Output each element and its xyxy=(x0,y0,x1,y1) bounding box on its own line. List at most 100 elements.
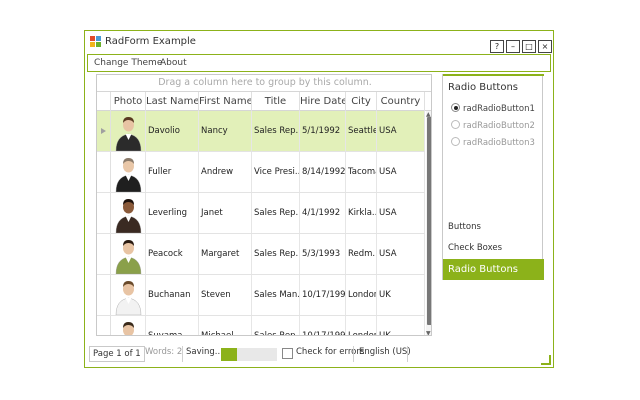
row-indicator[interactable] xyxy=(97,234,111,274)
cell-title[interactable]: Sales Man... xyxy=(252,275,300,315)
table-row[interactable]: SuyamaMichaelSales Rep...10/17/1993Londo… xyxy=(97,316,425,335)
cell-title[interactable]: Sales Rep... xyxy=(252,193,300,233)
window-title: RadForm Example xyxy=(105,36,196,47)
minimize-button[interactable]: – xyxy=(506,40,520,53)
radio-circle-icon[interactable] xyxy=(451,103,460,112)
column-header-country[interactable]: Country xyxy=(377,92,425,111)
help-button[interactable]: ? xyxy=(490,40,504,53)
radio-button-1[interactable]: radRadioButton1 xyxy=(451,103,535,114)
panel-bar-item-radio-buttons[interactable]: Radio Buttons xyxy=(443,259,544,280)
cell-first-name[interactable]: Andrew xyxy=(199,152,252,192)
status-separator xyxy=(353,346,354,362)
table-row[interactable]: BuchananStevenSales Man...10/17/1993Lond… xyxy=(97,275,425,316)
employee-photo xyxy=(111,316,146,335)
row-indicator[interactable] xyxy=(97,316,111,335)
save-progress-bar xyxy=(221,348,277,361)
cell-last-name[interactable]: Leverling xyxy=(146,193,199,233)
maximize-button[interactable]: □ xyxy=(522,40,536,53)
panel-bar: Radio Buttons radRadioButton1 radRadioBut… xyxy=(442,74,544,280)
cell-hire-date[interactable]: 8/14/1992 xyxy=(300,152,346,192)
grid-vertical-scrollbar[interactable]: ▲ ▼ xyxy=(426,111,431,335)
column-header-city[interactable]: City xyxy=(346,92,377,111)
cell-country[interactable]: USA xyxy=(377,193,425,233)
check-for-errors-label[interactable]: Check for errors xyxy=(296,347,364,357)
menu-item-change-theme[interactable]: Change Theme xyxy=(94,58,162,68)
row-indicator[interactable] xyxy=(97,275,111,315)
cell-hire-date[interactable]: 5/1/1992 xyxy=(300,111,346,151)
cell-hire-date[interactable]: 10/17/1993 xyxy=(300,275,346,315)
scroll-down-icon[interactable]: ▼ xyxy=(426,330,431,335)
cell-last-name[interactable]: Fuller xyxy=(146,152,199,192)
cell-title[interactable]: Sales Rep... xyxy=(252,316,300,335)
header-indicator xyxy=(97,92,111,111)
radio-label: radRadioButton1 xyxy=(463,104,535,114)
saving-status: Saving... xyxy=(186,347,223,357)
cell-city[interactable]: London xyxy=(346,275,377,315)
table-row[interactable]: Peacock Margaret Sales Rep... 5/3/1993 Redm.… xyxy=(97,234,425,275)
cell-city[interactable]: Redm... xyxy=(346,234,377,274)
data-grid: Drag a column here to group by this colu… xyxy=(96,74,432,336)
panel-bar-accent-line xyxy=(443,74,544,76)
row-indicator[interactable] xyxy=(97,152,111,192)
cell-first-name[interactable]: Margaret xyxy=(199,234,252,274)
table-row[interactable]: Leverling Janet Sales Rep... 4/1/1992 Kirkla… xyxy=(97,193,425,234)
cell-hire-date[interactable]: 4/1/1992 xyxy=(300,193,346,233)
cell-last-name[interactable]: Buchanan xyxy=(146,275,199,315)
group-panel[interactable]: Drag a column here to group by this colu… xyxy=(97,75,431,91)
radio-button-3[interactable]: radRadioButton3 xyxy=(451,137,535,148)
cell-first-name[interactable]: Janet xyxy=(199,193,252,233)
cell-city[interactable]: Kirkla... xyxy=(346,193,377,233)
menu-item-about[interactable]: About xyxy=(160,58,187,68)
panel-bar-item-check-boxes[interactable]: Check Boxes xyxy=(443,238,544,259)
resize-grip[interactable] xyxy=(541,355,551,365)
cell-country[interactable]: USA xyxy=(377,111,425,151)
title-bar[interactable]: RadForm Example ? – □ × xyxy=(85,31,553,53)
cell-first-name[interactable]: Nancy xyxy=(199,111,252,151)
current-row-arrow-icon xyxy=(101,128,106,134)
check-for-errors-checkbox[interactable] xyxy=(282,348,293,359)
cell-first-name[interactable]: Michael xyxy=(199,316,252,335)
cell-first-name[interactable]: Steven xyxy=(199,275,252,315)
word-count: Words: 2 xyxy=(145,347,183,357)
cell-country[interactable]: UK xyxy=(377,316,425,335)
cell-hire-date[interactable]: 10/17/1993 xyxy=(300,316,346,335)
radio-button-2[interactable]: radRadioButton2 xyxy=(451,120,535,131)
employee-photo xyxy=(111,275,146,316)
status-separator xyxy=(182,346,183,362)
cell-title[interactable]: Sales Rep... xyxy=(252,234,300,274)
cell-city[interactable]: Tacoma xyxy=(346,152,377,192)
cell-country[interactable]: USA xyxy=(377,152,425,192)
cell-last-name[interactable]: Peacock xyxy=(146,234,199,274)
column-header-title[interactable]: Title xyxy=(252,92,300,111)
column-header-first-name[interactable]: First Name xyxy=(199,92,252,111)
language-indicator[interactable]: English (US) xyxy=(359,347,411,357)
radio-circle-icon[interactable] xyxy=(451,120,460,129)
cell-country[interactable]: UK xyxy=(377,275,425,315)
cell-hire-date[interactable]: 5/3/1993 xyxy=(300,234,346,274)
cell-last-name[interactable]: Suyama xyxy=(146,316,199,335)
table-row[interactable]: Davolio Nancy Sales Rep... 5/1/1992 Seattle U… xyxy=(97,111,425,152)
panel-bar-item-buttons[interactable]: Buttons xyxy=(443,217,544,238)
row-indicator[interactable] xyxy=(97,111,111,151)
radio-circle-icon[interactable] xyxy=(451,137,460,146)
grid-header: Photo Last Name First Name Title Hire Da… xyxy=(97,91,431,111)
employee-photo xyxy=(111,193,146,234)
cell-last-name[interactable]: Davolio xyxy=(146,111,199,151)
cell-city[interactable]: Seattle xyxy=(346,111,377,151)
close-button[interactable]: × xyxy=(538,40,552,53)
column-header-last-name[interactable]: Last Name xyxy=(146,92,199,111)
panel-bar-title: Radio Buttons xyxy=(448,82,518,93)
column-header-hire-date[interactable]: Hire Date xyxy=(300,92,346,111)
table-row[interactable]: FullerAndrewVice Presi...8/14/1992Tacoma… xyxy=(97,152,425,193)
column-header-photo[interactable]: Photo xyxy=(111,92,146,111)
cell-country[interactable]: USA xyxy=(377,234,425,274)
cell-city[interactable]: London xyxy=(346,316,377,335)
cell-title[interactable]: Sales Rep... xyxy=(252,111,300,151)
menu-bar: Change Theme About xyxy=(87,54,551,72)
scroll-thumb[interactable] xyxy=(427,117,431,325)
cell-title[interactable]: Vice Presi... xyxy=(252,152,300,192)
employee-photo xyxy=(111,152,146,193)
radform-window: RadForm Example ? – □ × Change Theme Abo… xyxy=(84,30,554,368)
row-indicator[interactable] xyxy=(97,193,111,233)
status-separator xyxy=(407,346,408,362)
